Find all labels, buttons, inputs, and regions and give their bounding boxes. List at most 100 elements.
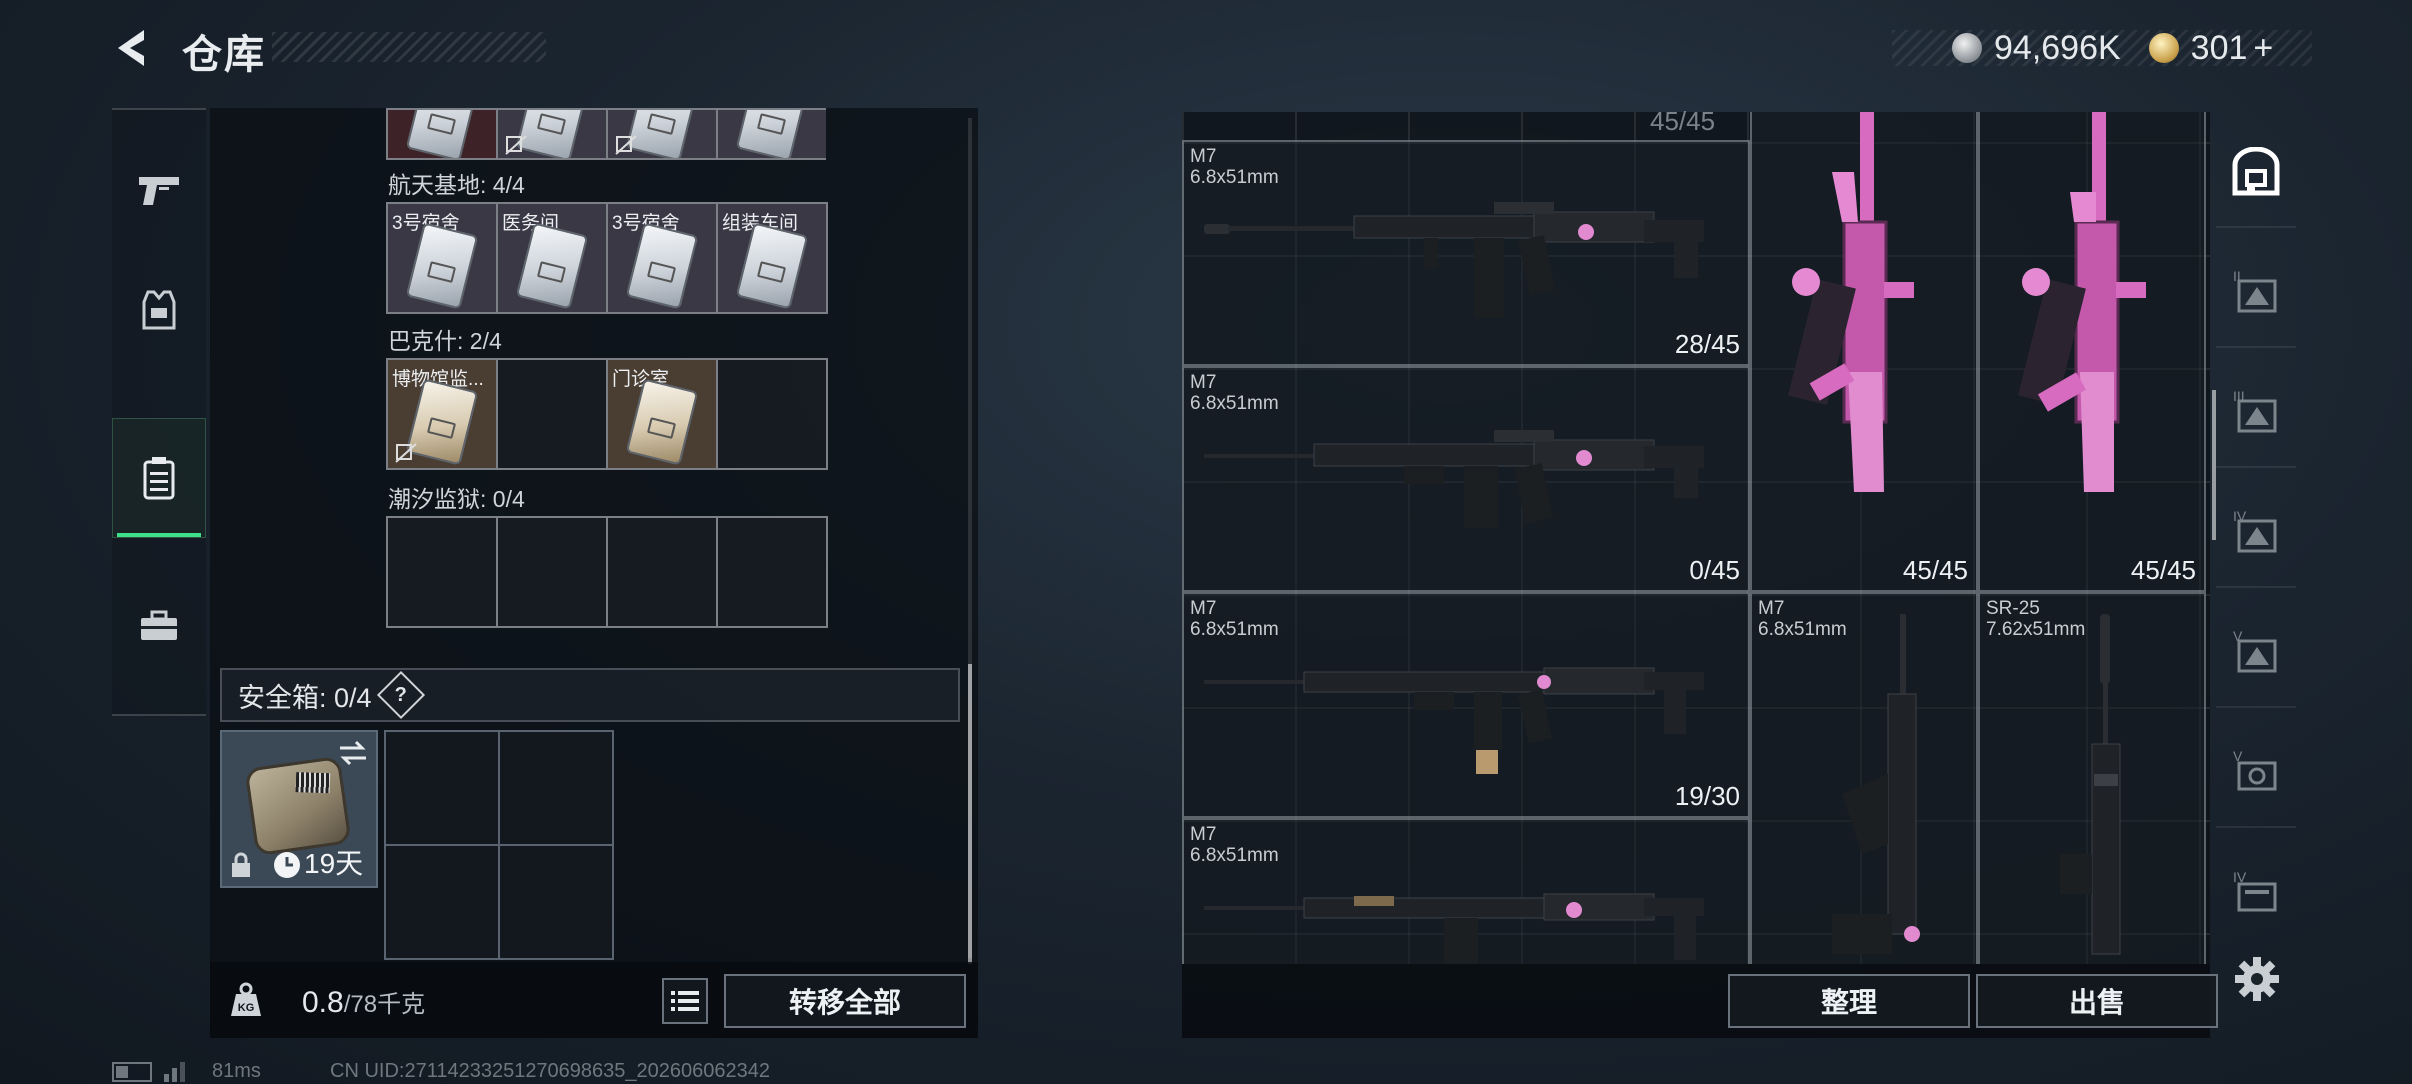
- weapon-item[interactable]: M7 6.8x51mm: [1750, 592, 1978, 964]
- settings-gear-icon[interactable]: [2234, 956, 2280, 1002]
- filter-tier[interactable]: V: [2216, 718, 2296, 828]
- safe-box-duration: 19天: [304, 848, 364, 879]
- weapon-ammo-partial: 45/45: [1650, 106, 1716, 136]
- key-slot[interactable]: [606, 108, 718, 160]
- weapon-label: M7 6.8x51mm: [1190, 824, 1279, 866]
- pink-rifle-icon: [1788, 112, 1914, 492]
- weapon-item[interactable]: 45/45: [1978, 112, 2206, 592]
- keycard-case-icon: [143, 457, 175, 500]
- tier-filter-icon: II: [2233, 268, 2277, 313]
- gold-amount: 301: [2190, 28, 2248, 67]
- weapon-ammo: 28/45: [1674, 329, 1740, 359]
- tier-filter-icon: IV: [2233, 508, 2277, 553]
- filter-all[interactable]: [2216, 118, 2296, 228]
- tab-equipment[interactable]: [112, 566, 206, 686]
- svg-text:IV: IV: [2233, 869, 2247, 885]
- no-export-icon: [615, 135, 637, 155]
- weapon-item[interactable]: 45/45: [1750, 112, 1978, 592]
- tier-filter-icon: V: [2233, 748, 2277, 791]
- filter-tier[interactable]: IV: [2216, 478, 2296, 588]
- tab-weapons[interactable]: [112, 130, 206, 250]
- weapon-item[interactable]: M7 6.8x51mm 28/45: [1182, 140, 1750, 366]
- weight-icon: KG: [231, 982, 261, 1016]
- safe-box-grid[interactable]: [384, 730, 614, 960]
- weapon-label: M7 6.8x51mm: [1190, 146, 1279, 188]
- list-view-button[interactable]: [662, 978, 708, 1024]
- gold-coin-icon: [2148, 33, 2179, 63]
- key-slot[interactable]: [496, 108, 608, 160]
- rifle-icon: [1204, 667, 1704, 774]
- weight-readout: 0.8/78千克: [302, 984, 425, 1020]
- key-row: 博物馆监... 门诊室: [386, 358, 828, 470]
- battery-icon: [112, 1062, 152, 1082]
- page-title: 仓库: [182, 33, 266, 77]
- lock-icon: [232, 852, 250, 877]
- keycard-icon: [735, 110, 809, 158]
- keycard-icon: [515, 222, 589, 310]
- add-gold-button[interactable]: +: [2253, 29, 2273, 68]
- key-group-label: 航天基地: 4/4: [388, 172, 525, 198]
- transfer-all-button[interactable]: 转移全部: [724, 974, 966, 1028]
- currency-bar: 94,696K 301 +: [1892, 28, 2312, 68]
- weapon-ammo: 45/45: [2130, 555, 2196, 585]
- weapon-item[interactable]: M7 6.8x51mm: [1182, 818, 1750, 964]
- key-slot[interactable]: [386, 108, 498, 160]
- key-slot-empty[interactable]: [716, 516, 828, 628]
- weight-current: 0.8: [302, 986, 344, 1019]
- swap-icon[interactable]: [338, 740, 368, 766]
- filter-tier[interactable]: V: [2216, 598, 2296, 708]
- title-decoration: [272, 32, 546, 62]
- tier-filter-icon: III: [2233, 388, 2277, 433]
- weapon-item[interactable]: M7 6.8x51mm 19/30: [1182, 592, 1750, 818]
- weapon-label: M7 6.8x51mm: [1190, 372, 1279, 414]
- keycard-icon: [735, 222, 809, 310]
- svg-text:KG: KG: [238, 1002, 255, 1014]
- weapon-item[interactable]: SR-25 7.62x51mm: [1978, 592, 2206, 964]
- storage-all-icon: [2232, 147, 2280, 196]
- key-slot[interactable]: 医务间: [496, 202, 608, 314]
- weight-max: /78千克: [343, 991, 426, 1018]
- key-slot-empty[interactable]: [496, 358, 608, 470]
- filter-tier[interactable]: IV: [2216, 838, 2296, 948]
- keycard-icon: [405, 110, 479, 158]
- clock-icon: [274, 852, 300, 878]
- key-slot[interactable]: 3号宿舍: [386, 202, 498, 314]
- key-slot[interactable]: 3号宿舍: [606, 202, 718, 314]
- key-slot-empty[interactable]: [606, 516, 718, 628]
- safe-box-item[interactable]: 19天: [220, 730, 378, 888]
- key-row-previous: [386, 108, 826, 160]
- filter-rail: II III IV V V IV: [2216, 118, 2296, 970]
- filter-tier[interactable]: III: [2216, 358, 2296, 468]
- back-arrow-icon[interactable]: [112, 26, 156, 70]
- sell-button[interactable]: 出售: [1976, 974, 2218, 1028]
- category-rail: [112, 108, 206, 716]
- key-slot-empty[interactable]: [386, 516, 498, 628]
- ping-readout: 81ms: [212, 1060, 261, 1082]
- key-slot[interactable]: 博物馆监...: [386, 358, 498, 470]
- weapon-label: M7 6.8x51mm: [1190, 598, 1279, 640]
- tab-armor[interactable]: [112, 250, 206, 370]
- weapon-ammo: 19/30: [1674, 781, 1740, 811]
- filter-tier[interactable]: II: [2216, 238, 2296, 348]
- tab-keys[interactable]: [112, 418, 206, 538]
- sort-button[interactable]: 整理: [1728, 974, 1970, 1028]
- keycard-icon: [405, 222, 479, 310]
- key-row: [386, 516, 828, 628]
- keys-scrollbar[interactable]: [968, 664, 972, 964]
- no-export-icon: [395, 443, 417, 463]
- signal-icon: [164, 1062, 185, 1082]
- keycard-icon: [625, 378, 699, 466]
- help-icon[interactable]: ?: [376, 670, 425, 720]
- key-slot-empty[interactable]: [496, 516, 608, 628]
- svg-text:IV: IV: [2233, 508, 2247, 524]
- key-slot[interactable]: 门诊室: [606, 358, 718, 470]
- key-slot[interactable]: 组装车间: [716, 202, 828, 314]
- weight-bar: KG 0.8/78千克 转移全部: [210, 962, 978, 1038]
- rifle-icon: [2060, 614, 2121, 955]
- pink-rifle-icon: [2018, 112, 2146, 492]
- rifle-icon: [1204, 430, 1704, 528]
- key-slot[interactable]: [716, 108, 826, 160]
- safe-box-header: 安全箱: 0/4 ?: [220, 668, 960, 722]
- key-slot-empty[interactable]: [716, 358, 828, 470]
- weapon-item[interactable]: M7 6.8x51mm 0/45: [1182, 366, 1750, 592]
